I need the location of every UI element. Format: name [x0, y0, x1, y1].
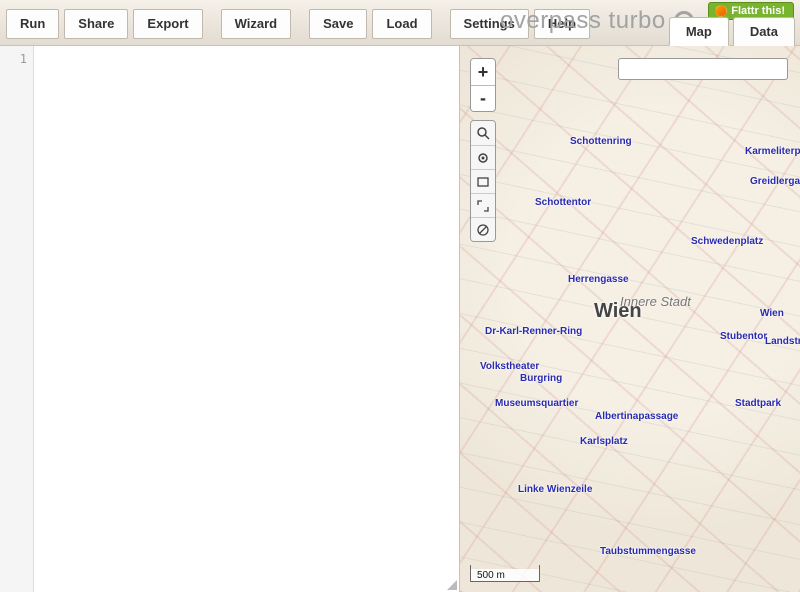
clear-icon	[476, 223, 490, 237]
map-search-tool[interactable]	[471, 121, 495, 145]
zoom-out-button[interactable]: -	[471, 85, 495, 111]
locate-icon	[476, 151, 490, 165]
topbar: Run Share Export Wizard Save Load Settin…	[0, 0, 800, 46]
map-place-label: Dr-Karl-Renner-Ring	[485, 326, 582, 337]
map-search-input[interactable]	[619, 59, 787, 79]
main: 1 Wien Innere Stadt Museumsquartier Schw…	[0, 46, 800, 592]
map-place-label: Museumsquartier	[495, 398, 578, 409]
map-fullscreen-tool[interactable]	[471, 193, 495, 217]
save-button[interactable]: Save	[309, 9, 367, 39]
bbox-icon	[476, 175, 490, 189]
map-clear-tool[interactable]	[471, 217, 495, 241]
map-scale-bar: 500 m	[470, 569, 540, 582]
map-place-label: Stadtpark	[735, 398, 781, 409]
run-button[interactable]: Run	[6, 9, 59, 39]
map-place-label: Volkstheater	[480, 361, 539, 372]
editor-resize-handle[interactable]	[445, 578, 457, 590]
zoom-control: + -	[470, 58, 496, 112]
map-place-label: Schottentor	[535, 197, 591, 208]
editor-gutter: 1	[0, 46, 34, 592]
map-district-label: Innere Stadt	[620, 294, 691, 309]
fullscreen-icon	[476, 199, 490, 213]
search-icon	[476, 126, 490, 140]
line-number: 1	[0, 52, 27, 66]
tab-data[interactable]: Data	[733, 17, 795, 46]
map-locate-tool[interactable]	[471, 145, 495, 169]
flattr-label: Flattr this!	[731, 5, 785, 17]
load-button[interactable]: Load	[372, 9, 431, 39]
map-place-label: Burgring	[520, 373, 562, 384]
map-bbox-tool[interactable]	[471, 169, 495, 193]
map-place-label: Schottenring	[570, 136, 632, 147]
map-place-label: Herrengasse	[568, 274, 629, 285]
share-button[interactable]: Share	[64, 9, 128, 39]
map-place-label: Albertinapassage	[595, 411, 678, 422]
map-place-label: Linke Wienzeile	[518, 484, 592, 495]
map-place-label: Schwedenplatz	[691, 236, 763, 247]
map-place-label: Karlsplatz	[580, 436, 628, 447]
map-place-label: Stubentor	[720, 331, 767, 342]
map-place-label: Karmeliterplatz	[745, 146, 800, 157]
map-place-label: Greidlergasse	[750, 176, 800, 187]
flattr-icon	[715, 5, 727, 17]
editor-pane: 1	[0, 46, 460, 592]
editor-content[interactable]	[34, 46, 459, 592]
map-place-label: Landstraße	[765, 336, 800, 347]
map-search-box	[618, 58, 788, 80]
map-tool-stack	[470, 120, 496, 242]
map-canvas[interactable]: Wien Innere Stadt Museumsquartier Schwed…	[460, 46, 800, 592]
map-place-label: Wien	[760, 308, 784, 319]
wizard-button[interactable]: Wizard	[221, 9, 292, 39]
export-button[interactable]: Export	[133, 9, 202, 39]
map-pane[interactable]: Wien Innere Stadt Museumsquartier Schwed…	[460, 46, 800, 592]
zoom-in-button[interactable]: +	[471, 59, 495, 85]
brand: overpass turbo	[500, 7, 694, 35]
brand-text: overpass turbo	[500, 7, 666, 35]
map-place-label: Taubstummengasse	[600, 546, 696, 557]
view-tabs: Map Data	[669, 17, 795, 46]
tab-map[interactable]: Map	[669, 17, 729, 46]
